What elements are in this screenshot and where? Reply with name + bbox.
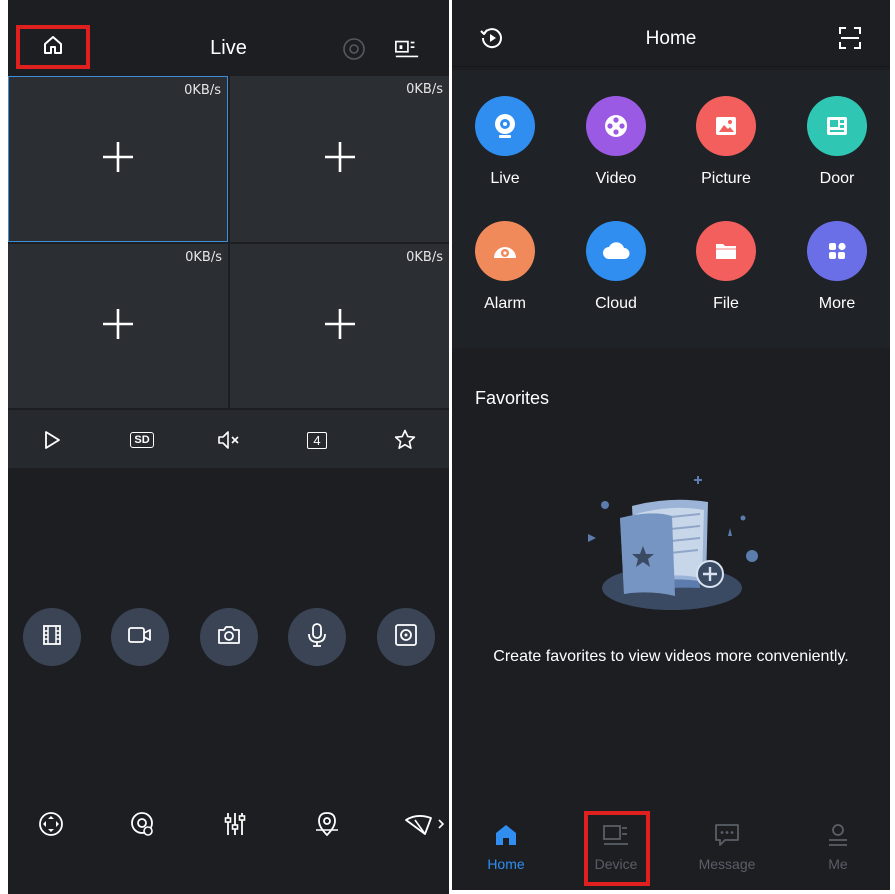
favorites-title: Favorites — [475, 388, 550, 408]
ptz-rotate-icon[interactable] — [35, 808, 67, 840]
user-icon — [798, 820, 878, 850]
data-rate: 0KB/s — [184, 83, 221, 98]
data-rate: 0KB/s — [185, 250, 222, 265]
playback-button[interactable] — [23, 608, 81, 666]
live-icon — [475, 96, 535, 156]
app-more[interactable]: More — [792, 221, 882, 313]
page-title: Live — [210, 37, 247, 59]
home-icon — [466, 820, 546, 850]
app-door[interactable]: Door — [792, 96, 882, 188]
location-icon[interactable] — [311, 808, 343, 840]
favorites-empty-message: Create favorites to view videos more con… — [493, 648, 849, 665]
live-screen: Live 0KB/s 0KB/s 0KB/s 0KB/s SD 4 — [8, 0, 449, 894]
app-label: Cloud — [595, 295, 637, 312]
alarm-icon — [475, 221, 535, 281]
page-title: Home — [645, 28, 697, 49]
app-live[interactable]: Live — [460, 96, 550, 188]
snapshot-button[interactable] — [200, 608, 258, 666]
add-channel-icon[interactable] — [101, 307, 135, 346]
app-alarm[interactable]: Alarm — [460, 221, 550, 313]
channel-cell-2[interactable]: 0KB/s — [230, 76, 449, 242]
record-dot-icon[interactable] — [341, 36, 367, 62]
scan-icon[interactable] — [836, 24, 864, 52]
door-icon — [807, 96, 867, 156]
split-icon: 4 — [307, 431, 327, 449]
ptz-icon — [393, 622, 419, 653]
device-tab-highlight — [584, 811, 650, 886]
more-grid-icon — [807, 221, 867, 281]
tab-message[interactable]: Message — [687, 820, 767, 872]
home-screen: Home Live Video Picture Door Alarm Cloud — [452, 0, 890, 890]
message-icon — [687, 820, 767, 850]
app-label: Door — [819, 170, 855, 187]
device-list-icon[interactable] — [394, 36, 420, 62]
star-icon[interactable] — [392, 427, 418, 453]
live-header: Live — [8, 18, 449, 76]
app-label: More — [818, 295, 856, 312]
fisheye-icon[interactable] — [127, 808, 159, 840]
home-header: Home — [452, 0, 890, 67]
picture-icon — [696, 96, 756, 156]
app-label: Video — [595, 170, 637, 187]
ptz-button[interactable] — [377, 608, 435, 666]
empty-favorites-illustration — [588, 476, 758, 610]
tab-me[interactable]: Me — [798, 820, 878, 872]
app-label: File — [713, 295, 739, 312]
app-cloud[interactable]: Cloud — [571, 221, 661, 313]
video-reel-icon — [586, 96, 646, 156]
split-screen-button[interactable]: 4 — [304, 427, 330, 453]
channel-cell-4[interactable]: 0KB/s — [230, 244, 449, 408]
add-channel-icon[interactable] — [101, 140, 135, 179]
add-channel-icon[interactable] — [323, 307, 357, 346]
record-video-button[interactable] — [111, 608, 169, 666]
app-grid: Live Video Picture Door Alarm Cloud File — [452, 70, 890, 348]
cloud-icon — [586, 221, 646, 281]
folder-icon — [696, 221, 756, 281]
talk-button[interactable] — [288, 608, 346, 666]
channel-cell-3[interactable]: 0KB/s — [8, 244, 228, 408]
app-label: Live — [490, 170, 520, 187]
camera-icon — [216, 624, 242, 651]
tab-label: Me — [828, 856, 848, 872]
tab-label: Message — [698, 856, 756, 872]
sd-icon: SD — [130, 432, 154, 448]
data-rate: 0KB/s — [406, 250, 443, 265]
app-picture[interactable]: Picture — [681, 96, 771, 188]
data-rate: 0KB/s — [406, 82, 443, 97]
equalizer-icon[interactable] — [219, 808, 251, 840]
channel-grid: 0KB/s 0KB/s 0KB/s 0KB/s — [8, 76, 449, 408]
tab-label: Home — [487, 856, 525, 872]
tab-home[interactable]: Home — [466, 820, 546, 872]
film-icon — [40, 623, 64, 652]
video-record-icon — [127, 624, 153, 651]
microphone-icon — [306, 622, 328, 653]
add-channel-icon[interactable] — [323, 140, 357, 179]
mute-icon[interactable] — [216, 427, 242, 453]
app-label: Alarm — [484, 295, 526, 312]
app-label: Picture — [701, 170, 751, 187]
wiper-icon[interactable] — [402, 808, 448, 840]
bottom-tab-bar: Home Device Message Me — [452, 800, 890, 890]
playback-control-bar: SD 4 — [8, 410, 449, 468]
sd-quality-button[interactable]: SD — [127, 427, 157, 453]
channel-cell-1[interactable]: 0KB/s — [8, 76, 228, 242]
play-icon[interactable] — [39, 427, 65, 453]
app-file[interactable]: File — [681, 221, 771, 313]
app-video[interactable]: Video — [571, 96, 661, 188]
